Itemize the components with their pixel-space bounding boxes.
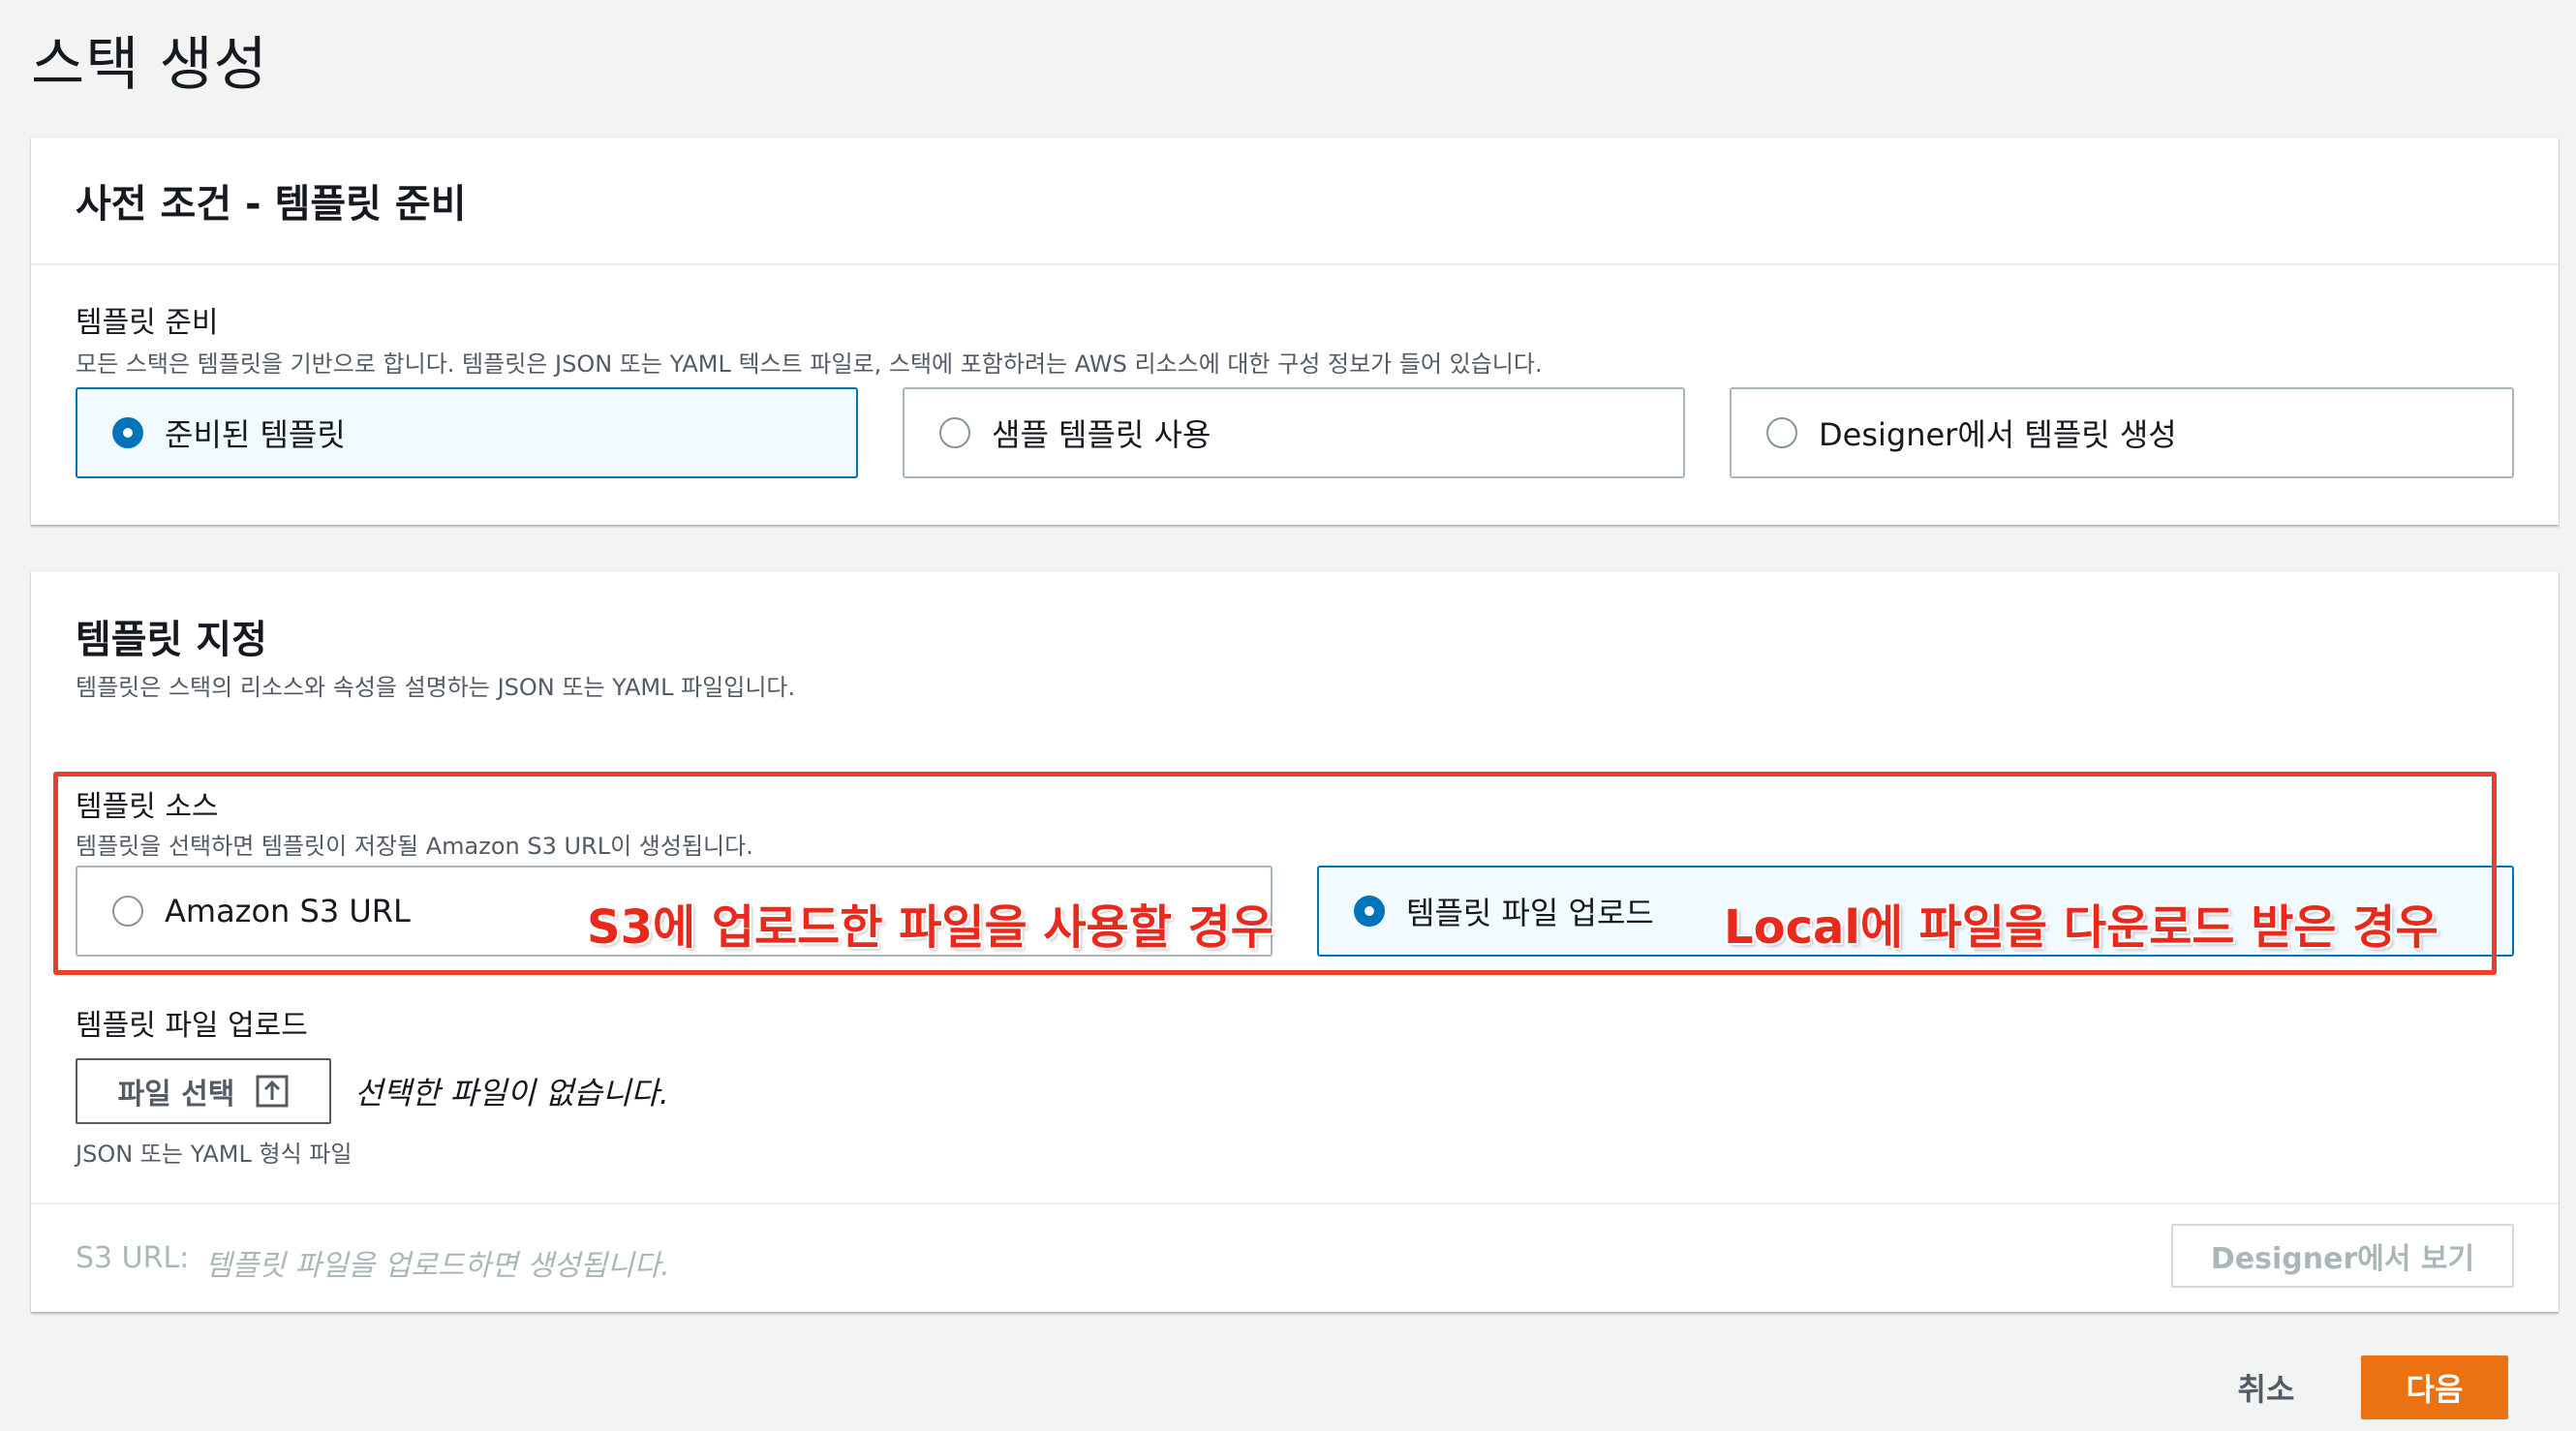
annotation-local-note: Local에 파일을 다운로드 받은 경우 xyxy=(1724,900,2438,955)
radio-unselected-icon[interactable] xyxy=(939,417,970,448)
page-title: 스택 생성 xyxy=(31,31,268,99)
specify-template-heading: 템플릿 지정 xyxy=(76,618,267,662)
annotation-s3-note: S3에 업로드한 파일을 사용할 경우 xyxy=(587,900,1273,955)
s3-url-label: S3 URL: xyxy=(76,1241,190,1275)
file-format-hint: JSON 또는 YAML 형식 파일 xyxy=(76,1141,353,1168)
divider xyxy=(31,1203,2559,1204)
prepare-template-description: 모든 스택은 템플릿을 기반으로 합니다. 템플릿은 JSON 또는 YAML … xyxy=(76,350,1543,378)
option-designer-template[interactable]: Designer에서 템플릿 생성 xyxy=(1730,387,2514,478)
specify-template-description: 템플릿은 스택의 리소스와 속성을 설명하는 JSON 또는 YAML 파일입니… xyxy=(76,674,796,701)
option-template-ready[interactable]: 준비된 템플릿 xyxy=(76,387,858,478)
choose-file-label: 파일 선택 xyxy=(117,1078,235,1111)
radio-unselected-icon[interactable] xyxy=(1766,417,1797,448)
prepare-template-label: 템플릿 준비 xyxy=(76,306,219,340)
prerequisite-panel: 사전 조건 - 템플릿 준비 템플릿 준비 모든 스택은 템플릿을 기반으로 합… xyxy=(31,137,2559,525)
upload-template-label: 템플릿 파일 업로드 xyxy=(76,1009,308,1043)
no-file-selected-text: 선택한 파일이 없습니다. xyxy=(354,1075,669,1111)
option-sample-template-label: 샘플 템플릿 사용 xyxy=(992,416,1211,453)
option-template-ready-label: 준비된 템플릿 xyxy=(165,416,346,453)
cancel-button[interactable]: 취소 xyxy=(2227,1355,2305,1419)
next-button[interactable]: 다음 xyxy=(2361,1355,2508,1419)
s3-url-value: 템플릿 파일을 업로드하면 생성됩니다. xyxy=(205,1249,670,1283)
prerequisite-heading: 사전 조건 - 템플릿 준비 xyxy=(76,182,467,227)
option-designer-template-label: Designer에서 템플릿 생성 xyxy=(1819,416,2177,453)
upload-icon xyxy=(256,1075,289,1108)
radio-selected-icon[interactable] xyxy=(112,417,143,448)
prerequisite-header: 사전 조건 - 템플릿 준비 xyxy=(31,137,2559,265)
choose-file-button[interactable]: 파일 선택 xyxy=(76,1058,331,1124)
option-sample-template[interactable]: 샘플 템플릿 사용 xyxy=(903,387,1685,478)
view-in-designer-button[interactable]: Designer에서 보기 xyxy=(2171,1224,2514,1288)
